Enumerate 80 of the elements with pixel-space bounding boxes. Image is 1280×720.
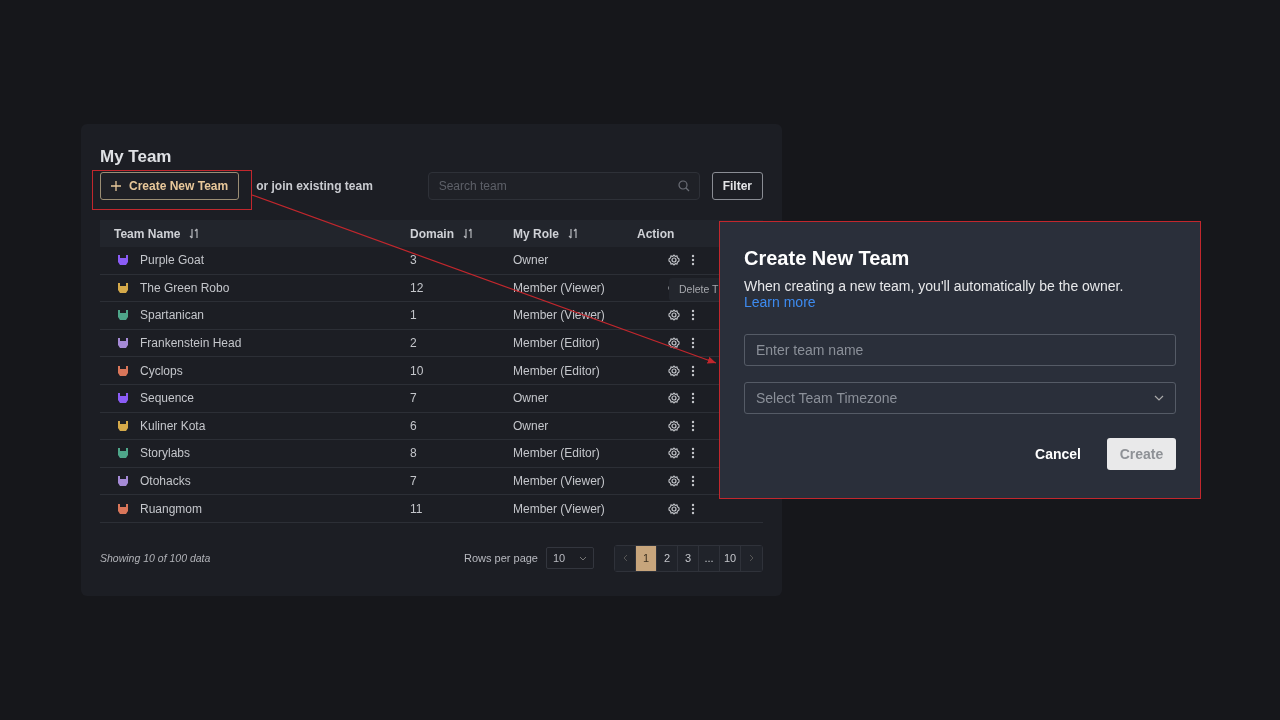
more-icon[interactable] xyxy=(691,502,695,515)
more-icon[interactable] xyxy=(691,447,695,460)
chevron-right-icon xyxy=(749,554,754,563)
more-icon[interactable] xyxy=(691,364,695,377)
dialog-title: Create New Team xyxy=(744,246,911,270)
role-cell-text: Member (Viewer) xyxy=(513,500,606,518)
settings-icon[interactable] xyxy=(668,254,680,267)
rows-per-page-select[interactable]: 10 xyxy=(546,547,594,570)
sort-icon[interactable] xyxy=(568,228,578,239)
page-button[interactable]: 10 xyxy=(720,545,741,571)
chevron-down-icon xyxy=(1154,395,1164,401)
domain-cell-text: 2 xyxy=(410,335,418,353)
search-field[interactable]: Search team xyxy=(427,172,700,200)
search-icon xyxy=(677,180,690,192)
column-header: My Role xyxy=(513,225,559,243)
role-cell-text: Owner xyxy=(513,252,550,270)
domain-cell-text: 1 xyxy=(410,307,418,325)
column-header: Domain xyxy=(410,225,454,243)
tooltip: Delete T xyxy=(669,278,719,301)
column-header: Team Name xyxy=(114,225,181,243)
domain-cell-text: 12 xyxy=(410,279,425,297)
create-team-button[interactable]: Create New Team xyxy=(100,172,240,200)
settings-icon[interactable] xyxy=(668,475,680,488)
settings-icon[interactable] xyxy=(668,337,680,350)
domain-cell-text: 7 xyxy=(410,473,418,491)
team-name: Sequence xyxy=(140,390,195,408)
team-name: Ruangmom xyxy=(140,500,203,518)
settings-icon[interactable] xyxy=(668,447,680,460)
role-cell-text: Member (Editor) xyxy=(513,362,601,380)
more-icon[interactable] xyxy=(691,254,695,267)
team-name-field[interactable]: Enter team name xyxy=(744,334,1176,366)
more-icon[interactable] xyxy=(691,337,695,350)
filter-button[interactable]: Filter xyxy=(711,172,763,200)
join-text: or join existing team xyxy=(256,178,373,195)
domain-cell-text: 6 xyxy=(410,417,418,435)
team-name: Cyclops xyxy=(140,362,183,380)
more-icon[interactable] xyxy=(691,419,695,432)
domain-cell-text: 3 xyxy=(410,252,418,270)
dialog-text: When creating a new team, you'll automatically be the owner. Learn more xyxy=(744,278,1125,310)
role-cell-text: Owner xyxy=(513,390,550,408)
domain-cell-text: 11 xyxy=(410,500,424,518)
more-icon[interactable] xyxy=(691,392,695,405)
more-icon[interactable] xyxy=(691,309,695,322)
settings-icon[interactable] xyxy=(668,364,680,377)
learn-more-link[interactable]: Learn more xyxy=(744,294,816,310)
team-name: Storylabs xyxy=(140,445,191,463)
cancel-button[interactable]: Cancel xyxy=(1029,442,1087,466)
column-header: Action xyxy=(637,225,675,243)
settings-icon[interactable] xyxy=(668,309,680,322)
sort-icon[interactable] xyxy=(189,228,200,239)
settings-icon[interactable] xyxy=(668,419,680,432)
timezone-select[interactable]: Select Team Timezone xyxy=(744,382,1176,414)
domain-cell-text: 10 xyxy=(410,362,425,380)
rows-per-page-label: Rows per page xyxy=(464,551,538,567)
showing-text: Showing 10 of 100 data xyxy=(100,550,212,566)
team-name: Kuliner Kota xyxy=(140,417,206,435)
chevron-left-icon xyxy=(622,554,628,563)
plus-icon xyxy=(111,181,121,191)
page-button[interactable]: 3 xyxy=(678,545,699,571)
page-button[interactable]: ... xyxy=(699,545,720,571)
role-cell-text: Member (Editor) xyxy=(513,335,601,353)
team-name: The Green Robo xyxy=(140,279,230,297)
team-name: Frankenstein Head xyxy=(140,335,242,353)
page-button[interactable]: 2 xyxy=(657,545,678,571)
team-name: Purple Goat xyxy=(140,252,205,270)
domain-cell-text: 8 xyxy=(410,445,418,463)
role-cell-text: Member (Editor) xyxy=(513,445,601,463)
sort-icon[interactable] xyxy=(463,228,473,239)
team-name: Otohacks xyxy=(140,473,191,491)
page-button[interactable]: 1 xyxy=(636,545,657,571)
role-cell-text: Member (Viewer) xyxy=(513,279,606,297)
settings-icon[interactable] xyxy=(668,392,680,405)
panel-title: My Team xyxy=(100,146,173,168)
role-cell-text: Owner xyxy=(513,417,550,435)
domain-cell-text: 7 xyxy=(410,390,418,408)
more-icon[interactable] xyxy=(691,475,695,488)
chevron-down-icon xyxy=(579,555,587,561)
team-name: Spartanican xyxy=(140,307,205,325)
settings-icon[interactable] xyxy=(668,502,680,515)
role-cell-text: Member (Viewer) xyxy=(513,473,606,491)
